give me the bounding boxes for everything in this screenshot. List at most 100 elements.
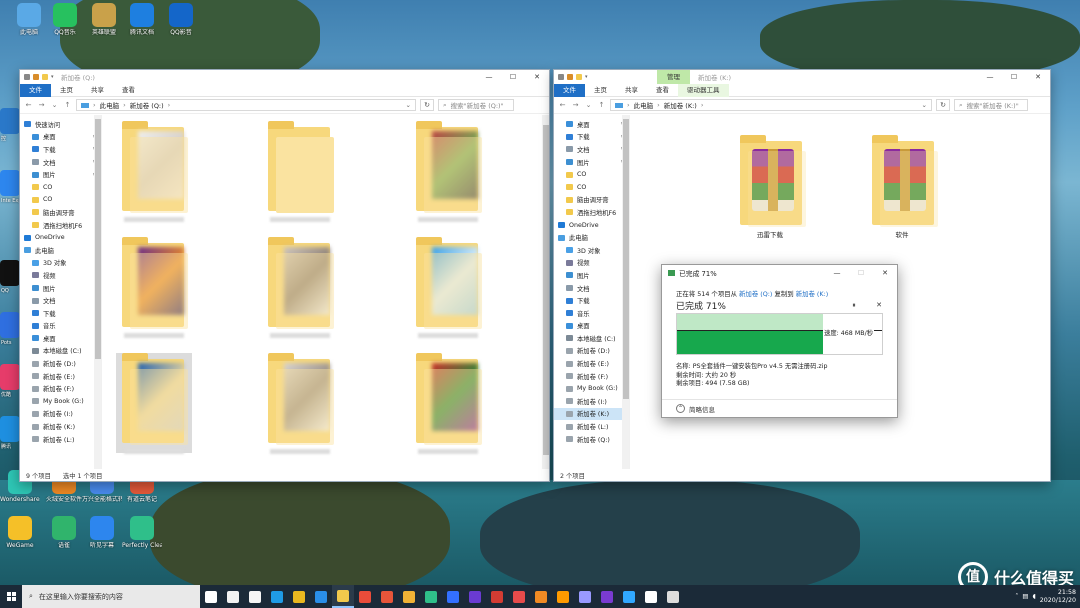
nav-item[interactable]: 3D 对象: [20, 257, 101, 270]
nav-item[interactable]: 桌面✱: [554, 118, 629, 131]
nav-item[interactable]: 本地磁盘 (C:): [554, 332, 629, 345]
nav-item[interactable]: 新加卷 (L:): [554, 420, 629, 433]
network-icon[interactable]: ▤: [1022, 593, 1028, 600]
nav-item[interactable]: 音乐: [554, 307, 629, 320]
taskbar-app[interactable]: [244, 585, 266, 608]
address-bar-k[interactable]: › 此电脑 › 新加卷 (K:) › ⌄: [610, 99, 932, 111]
breadcrumb-drive[interactable]: 新加卷 (Q:): [130, 100, 164, 110]
nav-item[interactable]: 下载: [554, 294, 629, 307]
nav-item[interactable]: 下载: [20, 307, 101, 320]
taskbar-app[interactable]: [266, 585, 288, 608]
taskbar-app[interactable]: [552, 585, 574, 608]
nav-item[interactable]: 脑由调牙膏: [554, 194, 629, 207]
nav-item[interactable]: 新加卷 (E:): [20, 370, 101, 383]
tab-drive-tools[interactable]: 驱动器工具: [678, 83, 729, 97]
taskbar-app[interactable]: [200, 585, 222, 608]
desktop-icon[interactable]: Perfectly Clear V3: [122, 516, 162, 549]
file-thumbnail[interactable]: [116, 237, 192, 338]
desktop-icon[interactable]: 听见字幕: [82, 516, 122, 549]
back-arrow-icon[interactable]: ←: [558, 101, 567, 109]
taskbar-app[interactable]: [288, 585, 310, 608]
desktop-icon[interactable]: 语雀: [44, 516, 84, 549]
search-box-k[interactable]: ⌕ 搜索"新加卷 (K:)": [954, 99, 1028, 111]
desktop-icon[interactable]: 腾讯文档: [122, 3, 162, 36]
nav-item[interactable]: OneDrive: [20, 231, 101, 244]
tab-file[interactable]: 文件: [554, 83, 585, 97]
taskbar-app[interactable]: [376, 585, 398, 608]
nav-item[interactable]: 图片: [554, 269, 629, 282]
address-dropdown-icon[interactable]: ⌄: [922, 101, 927, 109]
tab-view[interactable]: 查看: [113, 84, 144, 97]
desktop-icon-partial[interactable]: 腾讯: [0, 416, 20, 450]
file-thumbnail[interactable]: [262, 237, 338, 338]
quick-access-save-icon[interactable]: [24, 74, 30, 80]
file-thumbnail[interactable]: [262, 121, 338, 222]
nav-item[interactable]: 图片✱: [20, 168, 101, 181]
up-arrow-icon[interactable]: ↑: [63, 101, 72, 109]
nav-item[interactable]: 新加卷 (I:): [20, 408, 101, 421]
taskbar-app[interactable]: [596, 585, 618, 608]
close-button[interactable]: ✕: [1026, 70, 1050, 84]
desktop-icon[interactable]: QQ影音: [161, 3, 201, 36]
nav-item[interactable]: 文档: [20, 294, 101, 307]
clock[interactable]: 21:58 2020/12/20: [1040, 589, 1076, 605]
nav-item[interactable]: CO: [20, 181, 101, 194]
refresh-button[interactable]: ↻: [420, 99, 434, 111]
nav-scroll-thumb-q[interactable]: [95, 119, 101, 359]
taskbar-app[interactable]: [530, 585, 552, 608]
tray-chevron-icon[interactable]: ˄: [1015, 593, 1018, 600]
volume-icon[interactable]: ◖: [1032, 593, 1035, 600]
back-arrow-icon[interactable]: ←: [24, 101, 33, 109]
start-button[interactable]: [0, 585, 22, 608]
nav-item[interactable]: 新加卷 (L:): [20, 433, 101, 446]
nav-item[interactable]: OneDrive: [554, 219, 629, 232]
taskbar-app[interactable]: [310, 585, 332, 608]
taskbar-app[interactable]: [574, 585, 596, 608]
nav-item[interactable]: 下载✱: [20, 143, 101, 156]
taskbar-app[interactable]: [332, 585, 354, 608]
nav-item[interactable]: 3D 对象: [554, 244, 629, 257]
nav-item[interactable]: 视频: [20, 269, 101, 282]
nav-item[interactable]: 文档✱: [20, 156, 101, 169]
taskbar-app[interactable]: [486, 585, 508, 608]
file-thumbnail[interactable]: [116, 121, 192, 222]
recent-dropdown-icon[interactable]: ⌄: [50, 101, 59, 109]
nav-item[interactable]: 洒拖扫地机F6: [20, 219, 101, 232]
nav-item[interactable]: 洒拖扫地机F6: [554, 206, 629, 219]
taskbar-app[interactable]: [640, 585, 662, 608]
tab-view[interactable]: 查看: [647, 84, 678, 97]
nav-item[interactable]: 新加卷 (K:): [20, 420, 101, 433]
nav-item[interactable]: 图片✱: [554, 156, 629, 169]
chevron-up-icon[interactable]: ⌃: [676, 404, 685, 413]
nav-item[interactable]: 新加卷 (F:): [554, 370, 629, 383]
cancel-copy-button[interactable]: ✕: [874, 300, 884, 310]
nav-item[interactable]: 桌面: [20, 332, 101, 345]
refresh-button[interactable]: ↻: [936, 99, 950, 111]
nav-item[interactable]: 新加卷 (E:): [554, 357, 629, 370]
source-link[interactable]: 新加卷 (Q:): [739, 290, 772, 298]
recent-dropdown-icon[interactable]: ⌄: [584, 101, 593, 109]
taskbar-app[interactable]: [508, 585, 530, 608]
taskbar-search[interactable]: ⌕ 在这里输入你要搜索的内容: [22, 585, 200, 608]
nav-item[interactable]: 快速访问: [20, 118, 101, 131]
nav-item[interactable]: CO: [554, 168, 629, 181]
breadcrumb-drive[interactable]: 新加卷 (K:): [664, 100, 697, 110]
nav-item[interactable]: 新加卷 (K:): [554, 407, 629, 421]
nav-item[interactable]: My Book (G:): [20, 395, 101, 408]
minimize-button[interactable]: —: [825, 265, 849, 281]
tab-home[interactable]: 主页: [585, 84, 616, 97]
quick-access-check-icon[interactable]: [567, 74, 573, 80]
file-thumbnail[interactable]: [410, 121, 486, 222]
taskbar-app[interactable]: [222, 585, 244, 608]
search-box-q[interactable]: ⌕ 搜索"新加卷 (Q:)": [438, 99, 514, 111]
taskbar-app[interactable]: [618, 585, 640, 608]
quick-access-save-icon[interactable]: [558, 74, 564, 80]
nav-item[interactable]: 桌面✱: [20, 131, 101, 144]
file-thumbnail[interactable]: [116, 353, 192, 454]
minimize-button[interactable]: —: [978, 70, 1002, 84]
nav-item[interactable]: 脑由调牙膏: [20, 206, 101, 219]
tab-share[interactable]: 共享: [616, 84, 647, 97]
file-thumbnail[interactable]: [410, 353, 486, 454]
nav-item[interactable]: 文档✱: [554, 143, 629, 156]
quick-access-dropdown-icon[interactable]: ▾: [51, 74, 55, 80]
